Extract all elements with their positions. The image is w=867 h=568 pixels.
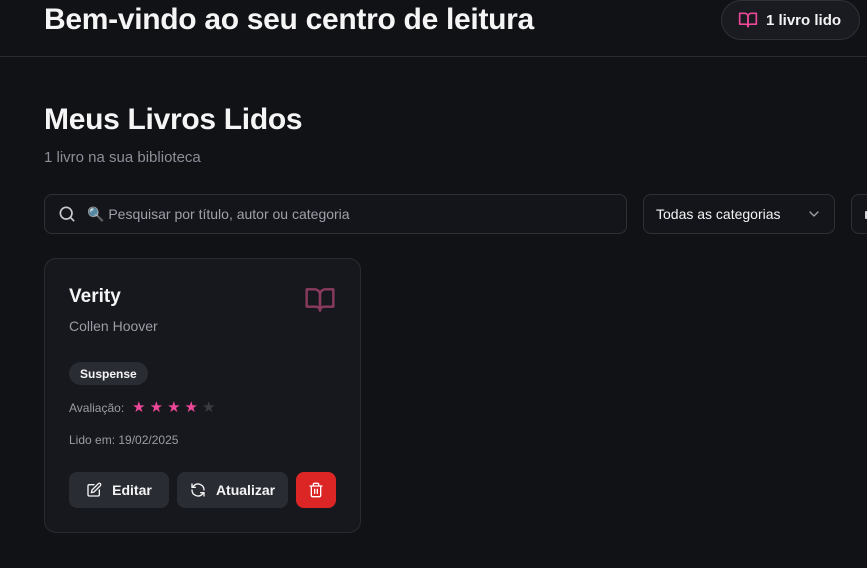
- header: Bem-vindo ao seu centro de leitura 1 liv…: [0, 0, 867, 57]
- page-title: Meus Livros Lidos: [44, 103, 303, 136]
- books-read-count: 1 livro lido: [766, 11, 842, 29]
- chevron-down-icon: [806, 206, 822, 222]
- book-open-icon: [738, 10, 758, 30]
- page: Bem-vindo ao seu centro de leitura 1 liv…: [0, 0, 867, 568]
- library-count: 1 livro na sua biblioteca: [44, 149, 201, 166]
- delete-button[interactable]: [296, 472, 336, 508]
- category-select[interactable]: Todas as categorias: [643, 194, 835, 234]
- edit-icon: [86, 482, 102, 498]
- rating-stars: ★ ★ ★ ★ ★: [132, 400, 215, 415]
- search-box[interactable]: [44, 194, 627, 234]
- books-read-badge[interactable]: 1 livro lido: [721, 0, 860, 40]
- book-open-icon: [304, 284, 336, 316]
- star-icon: ★: [167, 399, 181, 416]
- star-icon: ★: [184, 399, 198, 416]
- edit-button[interactable]: Editar: [69, 472, 169, 508]
- star-icon: ★: [149, 399, 164, 416]
- category-select-value: Todas as categorias: [656, 206, 781, 222]
- book-author: Collen Hoover: [69, 318, 158, 334]
- read-date: Lido em: 19/02/2025: [69, 433, 179, 447]
- book-title: Verity: [69, 286, 121, 307]
- rating-row: Avaliação: ★ ★ ★ ★ ★: [69, 400, 215, 415]
- rating-label: Avaliação:: [69, 400, 125, 415]
- edit-button-label: Editar: [112, 482, 152, 498]
- category-badge: Suspense: [69, 362, 148, 385]
- star-icon: ★: [132, 399, 146, 416]
- book-card: Verity Collen Hoover Suspense Avaliação:…: [44, 258, 361, 533]
- star-icon: ★: [201, 399, 216, 416]
- update-button-label: Atualizar: [215, 482, 276, 498]
- welcome-title: Bem-vindo ao seu centro de leitura: [44, 3, 534, 36]
- sort-button[interactable]: [851, 194, 867, 234]
- search-icon: [57, 204, 77, 224]
- update-button[interactable]: Atualizar: [177, 472, 288, 508]
- search-input[interactable]: [87, 195, 626, 233]
- trash-icon: [308, 482, 324, 498]
- refresh-icon: [190, 482, 206, 498]
